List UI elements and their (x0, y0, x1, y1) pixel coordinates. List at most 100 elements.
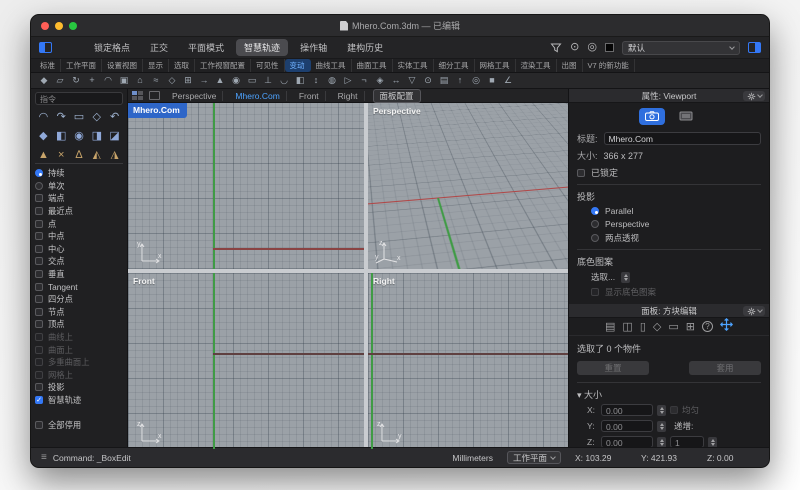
tool-icon[interactable]: ⊞ (181, 74, 195, 87)
help-icon[interactable]: ? (702, 321, 713, 332)
osnap-item[interactable]: 顶点 (35, 318, 123, 331)
sidebar-tool-icon[interactable]: ▭ (71, 109, 88, 126)
wallpaper-choose-row[interactable]: 选取... (591, 271, 761, 283)
viewport-title-input[interactable]: Mhero.Com (604, 132, 761, 145)
ribbon-tab[interactable]: 工作平面 (61, 59, 102, 72)
ribbon-tab[interactable]: 选取 (169, 59, 195, 72)
osnap-mode-on[interactable]: 持续 (35, 167, 123, 180)
increment-input[interactable]: 1 (670, 436, 704, 447)
stepper[interactable] (657, 421, 666, 432)
tool-icon[interactable]: → (197, 74, 211, 87)
sidebar-tool-icon[interactable]: ◪ (106, 128, 123, 145)
osnap-item[interactable]: ✓智慧轨迹 (35, 394, 123, 407)
tool-icon[interactable]: ⊥ (261, 74, 275, 87)
tool-icon[interactable]: ◡ (277, 74, 291, 87)
tool-icon[interactable]: ⊙ (421, 74, 435, 87)
stack-icon[interactable]: ▤ (605, 320, 615, 334)
tool-icon[interactable]: ∠ (501, 74, 515, 87)
ribbon-tab[interactable]: 变动 (285, 59, 311, 72)
projection-option[interactable]: Perspective (591, 219, 761, 229)
tool-icon[interactable]: ◧ (293, 74, 307, 87)
tool-icon[interactable]: ▲ (213, 74, 227, 87)
stepper[interactable] (657, 405, 666, 416)
ribbon-tab[interactable]: 渲染工具 (516, 59, 557, 72)
ribbon-tab[interactable]: 标准 (35, 59, 61, 72)
viewport-front[interactable]: Front z x (128, 273, 364, 449)
toolbar-toggle[interactable]: 正交 (142, 39, 176, 56)
menu-icon[interactable]: ≡ (41, 452, 47, 463)
viewport-label[interactable]: Right (373, 276, 395, 286)
viewport-right[interactable]: Right z y (368, 273, 568, 449)
ribbon-tab[interactable]: 曲面工具 (352, 59, 393, 72)
ribbon-tab[interactable]: V7 的新功能 (583, 59, 635, 72)
reset-button[interactable]: 重置 (577, 361, 649, 375)
apply-button[interactable]: 套用 (689, 361, 761, 375)
osnap-item[interactable]: 四分点 (35, 293, 123, 306)
viewport-label[interactable]: Front (133, 276, 155, 286)
tool-icon[interactable]: ◈ (373, 74, 387, 87)
layer-color-swatch[interactable] (605, 43, 614, 52)
document-icon[interactable]: ▯ (640, 320, 646, 334)
tool-icon[interactable]: ◍ (325, 74, 339, 87)
tool-icon[interactable]: + (85, 74, 99, 87)
osnap-item[interactable]: 垂直 (35, 268, 123, 281)
toolbar-toggle[interactable]: 锁定格点 (86, 39, 138, 56)
ribbon-tab[interactable]: 可见性 (251, 59, 285, 72)
right-sidebar-toggle-icon[interactable] (748, 42, 761, 53)
sidebar-tool-icon[interactable]: ▲ (35, 147, 52, 159)
viewport-tab[interactable]: Front (293, 91, 326, 101)
toolbar-toggle[interactable]: 建构历史 (339, 39, 391, 56)
gumball-icon[interactable]: ◎ (587, 42, 597, 53)
tool-icon[interactable]: ▣ (117, 74, 131, 87)
sidebar-tool-icon[interactable]: ◮ (106, 147, 123, 159)
viewport-maximize-icon[interactable] (149, 91, 160, 100)
viewport-label[interactable]: Perspective (373, 106, 421, 116)
tool-icon[interactable]: ◆ (37, 74, 51, 87)
tool-icon[interactable]: ◉ (229, 74, 243, 87)
projection-option[interactable]: Parallel (591, 206, 761, 216)
display-mode-button[interactable] (673, 108, 699, 125)
locked-checkbox-row[interactable]: 已锁定 (577, 166, 761, 179)
sidebar-tool-icon[interactable]: × (53, 147, 70, 159)
ribbon-tab[interactable]: 曲线工具 (311, 59, 352, 72)
tool-icon[interactable]: ▭ (245, 74, 259, 87)
tool-icon[interactable]: ↔ (389, 74, 403, 87)
sidebar-tool-icon[interactable]: ◉ (71, 128, 88, 145)
ribbon-tab[interactable]: 出图 (557, 59, 583, 72)
viewport-tab[interactable]: 面板配置 (373, 89, 421, 103)
sidebar-tool-icon[interactable]: ◨ (88, 128, 105, 145)
osnap-item[interactable]: 中点 (35, 230, 123, 243)
ribbon-tab[interactable]: 显示 (143, 59, 169, 72)
viewport-layout-icon[interactable] (132, 91, 143, 100)
sidebar-tool-icon[interactable]: ∆ (71, 147, 88, 159)
sidebar-tool-icon[interactable]: ◇ (88, 109, 105, 126)
size-value-input[interactable]: 0.00 (601, 420, 653, 432)
tool-icon[interactable]: ⌂ (133, 74, 147, 87)
tool-icon[interactable]: ◇ (165, 74, 179, 87)
osnap-item[interactable]: 节点 (35, 306, 123, 319)
tool-icon[interactable]: ▷ (341, 74, 355, 87)
osnap-mode-off[interactable]: 单次 (35, 180, 123, 193)
toolbar-toggle[interactable]: 智慧轨迹 (236, 39, 288, 56)
tool-icon[interactable]: ▽ (405, 74, 419, 87)
sidebar-tool-icon[interactable]: ◆ (35, 128, 52, 145)
panel-options-button[interactable] (743, 91, 765, 101)
sidebar-tool-icon[interactable]: ◠ (35, 109, 52, 126)
tool-icon[interactable]: ■ (485, 74, 499, 87)
osnap-item[interactable]: 中心 (35, 243, 123, 256)
window-icon[interactable]: ▭ (668, 320, 678, 334)
sidebar-tool-icon[interactable]: ↶ (106, 109, 123, 126)
stepper[interactable] (621, 272, 630, 283)
ribbon-tab[interactable]: 设置视图 (102, 59, 143, 72)
osnap-disable-all[interactable]: 全部停用 (35, 418, 123, 431)
selection-filter-icon[interactable] (550, 42, 562, 54)
layer-dropdown[interactable]: 默认 (622, 41, 740, 55)
tool-icon[interactable]: ¬ (357, 74, 371, 87)
projection-option[interactable]: 两点透视 (591, 232, 761, 244)
command-search-input[interactable]: 指令 (35, 92, 123, 105)
viewport-perspective[interactable]: Perspective z x y (368, 103, 568, 269)
tool-icon[interactable]: ◠ (101, 74, 115, 87)
viewport-tab[interactable]: Perspective (166, 91, 223, 101)
boxedit-size-title[interactable]: ▾ 大小 (577, 388, 761, 401)
viewport-properties-button[interactable] (639, 108, 665, 125)
